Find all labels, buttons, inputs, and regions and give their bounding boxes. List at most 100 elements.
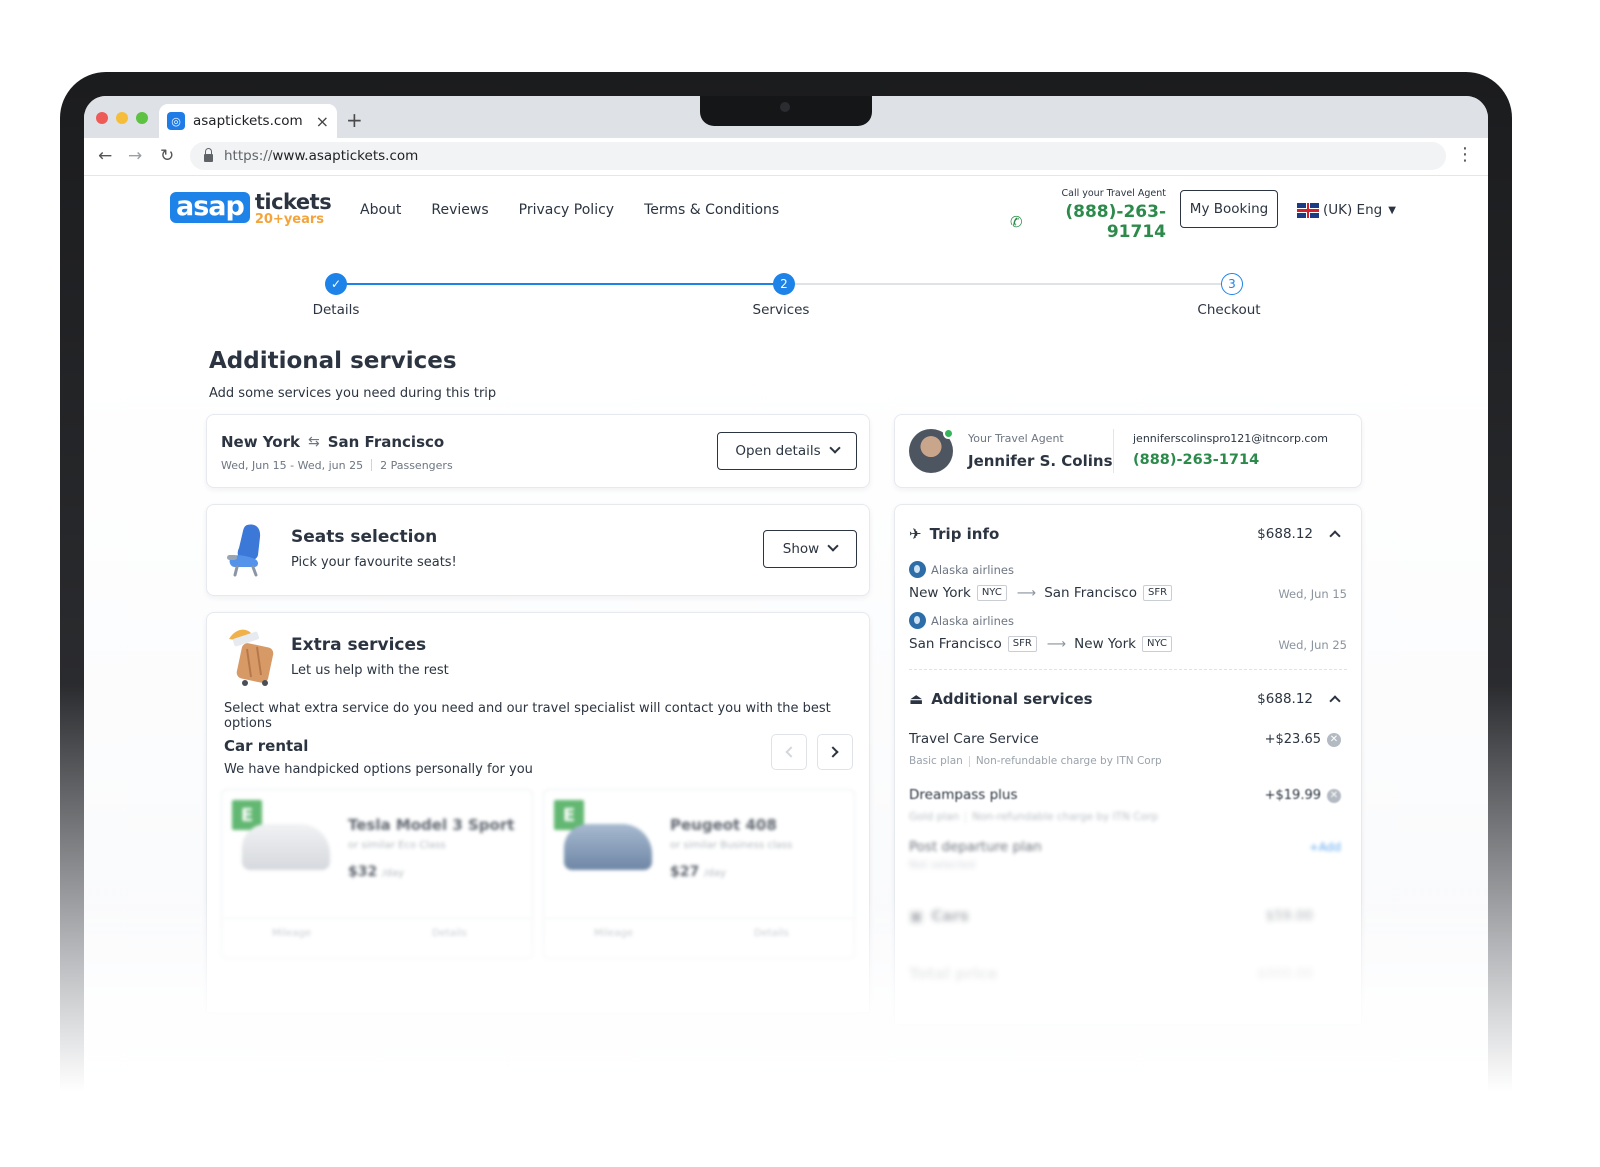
service-plan-row: Basic plan Non-refundable charge by ITN …	[909, 755, 1162, 767]
step-services-marker[interactable]: 2	[773, 273, 795, 295]
extra-services-card: Extra services Let us help with the rest…	[206, 612, 870, 1012]
car-price: $32 /day	[348, 864, 404, 880]
remove-service-icon[interactable]: ✕	[1327, 733, 1341, 747]
camera-notch	[700, 96, 872, 126]
seats-title: Seats selection	[291, 527, 438, 547]
forward-arrow-icon[interactable]: →	[128, 146, 142, 166]
plan-divider	[965, 811, 967, 823]
carousel-next-button[interactable]	[817, 734, 853, 770]
phone-icon: ✆	[1010, 213, 1023, 231]
car-class: or similar Eco Class	[348, 840, 446, 851]
car-card-divider	[544, 918, 854, 919]
extra-services-description: Select what extra service do you need an…	[224, 701, 831, 731]
window-close-button[interactable]	[96, 112, 108, 124]
car-price-unit: /day	[704, 868, 726, 879]
show-seats-button[interactable]: Show	[763, 530, 857, 568]
agent-email[interactable]: jenniferscolinspro121@itncorp.com	[1133, 432, 1328, 445]
reload-icon[interactable]: ↻	[160, 146, 174, 166]
car-footer-right[interactable]: Details	[432, 928, 467, 939]
plan-divider	[968, 755, 970, 767]
browser-tab[interactable]: ◎ asaptickets.com ×	[159, 104, 337, 138]
site-logo[interactable]: asap tickets 20+years	[170, 192, 332, 227]
service-note: Non-refundable charge by ITN Corp	[975, 755, 1162, 767]
window-minimize-button[interactable]	[116, 112, 128, 124]
online-status-icon	[943, 428, 954, 439]
page-title: Additional services	[209, 348, 457, 374]
service-price: +$19.99	[1264, 788, 1321, 803]
service-status: Not selected	[909, 859, 976, 871]
car-price-unit: /day	[382, 868, 404, 879]
url-text: www.asaptickets.com	[272, 148, 419, 164]
additional-services-price: $688.12	[1257, 691, 1313, 707]
chevron-down-icon: ▼	[1388, 204, 1396, 216]
stepper-remaining-line	[784, 283, 1232, 285]
nav-link-privacy-policy[interactable]: Privacy Policy	[519, 202, 614, 218]
travel-agent-card: Your Travel Agent Jennifer S. Colins jen…	[894, 414, 1362, 488]
additional-services-title: Additional services	[931, 690, 1093, 708]
cars-section-title: Cars	[931, 907, 969, 925]
seats-selection-card: Seats selection Pick your favourite seat…	[206, 504, 870, 596]
cloche-icon: ⏏	[909, 690, 924, 708]
airplane-icon: ✈	[909, 525, 922, 543]
car-class: or similar Business class	[670, 840, 793, 851]
chevron-up-icon[interactable]	[1329, 530, 1341, 542]
logo-years: 20+years	[254, 212, 325, 227]
leg-from-code: NYC	[976, 585, 1007, 601]
additional-services-header[interactable]: ⏏ Additional services	[909, 690, 1093, 708]
arrow-right-icon: ⟶	[1046, 636, 1067, 652]
nav-link-terms-conditions[interactable]: Terms & Conditions	[644, 202, 779, 218]
service-plan: Basic plan	[909, 755, 963, 767]
nav-link-about[interactable]: About	[360, 202, 401, 218]
nav-link-reviews[interactable]: Reviews	[431, 202, 488, 218]
tab-close-icon[interactable]: ×	[316, 112, 329, 131]
cars-section-header[interactable]: ▣ Cars	[909, 907, 969, 925]
trip-info-title: Trip info	[929, 525, 1000, 543]
luggage-icon	[229, 629, 274, 686]
carousel-prev-button[interactable]	[771, 734, 807, 770]
chevron-down-icon	[828, 442, 841, 454]
car-rental-title: Car rental	[224, 737, 309, 755]
header-phone-link[interactable]: ✆ (888)-263-91714	[1010, 202, 1166, 242]
service-name: Dreampass plus	[909, 787, 1018, 803]
flight-leg: San Francisco SFR ⟶ New York NYC	[909, 636, 1173, 652]
browser-menu-icon[interactable]: ⋮	[1456, 144, 1474, 165]
back-arrow-icon[interactable]: ←	[98, 146, 112, 166]
agent-name: Jennifer S. Colins	[968, 452, 1113, 470]
chevron-up-icon[interactable]	[1329, 695, 1341, 707]
trip-info-header[interactable]: ✈ Trip info	[909, 525, 999, 543]
car-card[interactable]: E Peugeot 408 or similar Business class …	[543, 789, 855, 959]
service-price: +$23.65	[1264, 732, 1321, 747]
agent-phone[interactable]: (888)-263-1714	[1133, 452, 1259, 468]
step-label-details: Details	[312, 302, 360, 318]
step-label-services: Services	[752, 302, 810, 318]
agent-avatar	[909, 428, 954, 473]
step-details-check-icon[interactable]: ✓	[325, 273, 347, 295]
logo-asap: asap	[170, 192, 250, 223]
car-card[interactable]: E Tesla Model 3 Sport or similar Eco Cla…	[221, 789, 533, 959]
airline-name: Alaska airlines	[931, 613, 1014, 628]
chevron-left-icon	[785, 746, 797, 758]
total-price: $000.00	[1257, 966, 1313, 982]
meta-divider	[371, 459, 373, 471]
swap-arrows-icon: ⇆	[307, 434, 320, 450]
add-service-link[interactable]: +Add	[1309, 840, 1341, 854]
service-plan: Gold plan	[909, 811, 960, 823]
screen: ◎ asaptickets.com × + ← → ↻ https://www.…	[84, 96, 1488, 1096]
car-footer-right[interactable]: Details	[754, 928, 789, 939]
extra-services-title: Extra services	[291, 635, 427, 655]
leg-from-code: SFR	[1007, 636, 1037, 652]
open-details-button[interactable]: Open details	[717, 432, 857, 470]
new-tab-button[interactable]: +	[346, 108, 363, 132]
language-selector[interactable]: (UK) Eng ▼	[1297, 202, 1396, 218]
step-checkout-marker[interactable]: 3	[1221, 273, 1243, 295]
remove-service-icon[interactable]: ✕	[1327, 789, 1341, 803]
leg-to: San Francisco	[1044, 585, 1137, 601]
address-bar[interactable]: https://www.asaptickets.com	[190, 142, 1446, 170]
flight-leg: New York NYC ⟶ San Francisco SFR	[909, 585, 1173, 601]
my-booking-button[interactable]: My Booking	[1180, 190, 1278, 228]
leg-to: New York	[1074, 636, 1136, 652]
window-zoom-button[interactable]	[136, 112, 148, 124]
leg-date: Wed, Jun 25	[1278, 638, 1347, 652]
uk-flag-icon	[1297, 202, 1319, 218]
car-footer-left: Mileage	[594, 928, 633, 939]
